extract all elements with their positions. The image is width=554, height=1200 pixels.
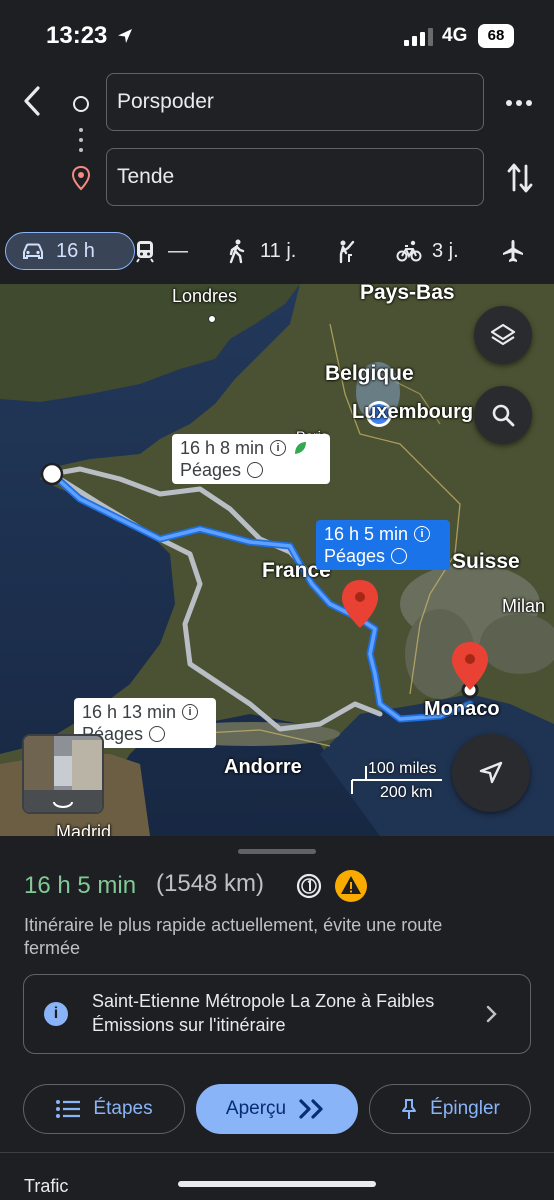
route-summary-sheet: 16 h 5 min (1548 km) Itinéraire le plus … xyxy=(0,836,554,1200)
more-options-icon[interactable] xyxy=(504,92,534,114)
tab-flight[interactable] xyxy=(500,232,526,270)
navigation-arrow-icon xyxy=(479,761,503,784)
location-arrow-icon xyxy=(118,29,132,43)
route-description: Itinéraire le plus rapide actuellement, … xyxy=(24,915,443,958)
route-selected-tolls: Péages xyxy=(324,546,386,566)
list-icon xyxy=(56,1100,81,1118)
warning-icon xyxy=(335,870,367,902)
tab-ride[interactable] xyxy=(333,232,359,270)
route-duration: 16 h 5 min xyxy=(24,872,137,899)
bike-icon xyxy=(396,240,422,262)
scale-km: 200 km xyxy=(380,784,433,801)
tab-walk[interactable]: 11 j. xyxy=(224,232,296,270)
preview-label: Aperçu xyxy=(225,1098,287,1119)
ride-icon xyxy=(339,240,355,264)
map-label-londres: Londres xyxy=(172,286,238,306)
info-icon: i xyxy=(182,704,199,720)
drag-handle[interactable] xyxy=(238,849,316,854)
info-icon: i xyxy=(44,1002,68,1026)
tab-transit[interactable]: — xyxy=(132,232,188,270)
search-icon xyxy=(492,404,515,427)
tab-bike[interactable]: 3 j. xyxy=(396,232,459,270)
toll-icon xyxy=(247,462,264,478)
swap-icon[interactable] xyxy=(505,160,535,196)
destination-input[interactable]: Tende xyxy=(106,148,484,206)
double-chevron-icon xyxy=(299,1099,323,1119)
origin-input[interactable]: Porspoder xyxy=(106,73,484,131)
traffic-section-title: Trafic xyxy=(24,1176,69,1196)
route-selected-time: 16 h 5 min xyxy=(324,524,409,544)
map-label-luxembourg: Luxembourg xyxy=(352,401,474,423)
preview-button[interactable]: Aperçu xyxy=(196,1084,358,1134)
map-label-belgique: Belgique xyxy=(325,362,414,385)
toll-icon xyxy=(296,873,322,899)
route-alt2-time: 16 h 13 min xyxy=(82,702,177,722)
recenter-button[interactable] xyxy=(452,734,530,812)
info-icon: i xyxy=(414,526,431,542)
street-view-image xyxy=(24,736,102,812)
search-map-button[interactable] xyxy=(474,386,532,444)
map-label-madrid: Madrid xyxy=(56,822,112,836)
street-view-thumbnail[interactable] xyxy=(22,734,104,814)
toll-icon xyxy=(391,548,408,564)
destination-pin-icon xyxy=(71,165,91,191)
signal-icon xyxy=(404,28,433,46)
pin-icon xyxy=(402,1099,417,1119)
route-bubble-alt1[interactable]: 16 h 8 min i Péages xyxy=(172,434,330,484)
tab-bike-label: 3 j. xyxy=(432,239,459,262)
eco-leaf-icon xyxy=(295,442,307,454)
chevron-right-icon xyxy=(486,1005,497,1023)
pin-label: Épingler xyxy=(430,1098,500,1119)
layers-icon xyxy=(490,323,516,346)
route-distance: (1548 km) xyxy=(156,870,265,897)
notice-text: Saint-Etienne Métropole La Zone à Faible… xyxy=(92,991,435,1035)
transit-icon xyxy=(136,241,154,263)
status-bar: 13:23 4G 68 xyxy=(0,0,554,70)
tab-walk-label: 11 j. xyxy=(260,239,297,262)
battery-indicator: 68 xyxy=(478,24,514,48)
route-dots-icon xyxy=(79,128,83,158)
tab-car[interactable]: 16 h xyxy=(5,232,135,270)
steps-button[interactable]: Étapes xyxy=(23,1084,185,1134)
low-emission-zone-notice[interactable]: i Saint-Etienne Métropole La Zone à Faib… xyxy=(23,974,531,1054)
car-icon xyxy=(23,243,43,259)
tab-car-label: 16 h xyxy=(56,239,95,262)
status-time: 13:23 xyxy=(46,22,108,49)
walk-icon xyxy=(229,239,245,264)
map-label-monaco: Monaco xyxy=(424,698,500,720)
route-alt1-tolls: Péages xyxy=(180,460,242,480)
travel-mode-tabs: 16 h — 11 j. 3 j. xyxy=(0,226,554,278)
map-label-suisse: Suisse xyxy=(452,550,520,573)
steps-label: Étapes xyxy=(93,1098,153,1119)
info-icon: i xyxy=(270,440,287,456)
origin-circle-icon xyxy=(73,96,89,112)
toll-icon xyxy=(149,726,166,742)
map-scale: 100 miles 200 km xyxy=(350,760,442,804)
route-bubble-selected[interactable]: 16 h 5 min i Péages xyxy=(316,520,450,570)
map-label-pays-bas: Pays-Bas xyxy=(360,284,455,304)
map-label-milan: Milan xyxy=(502,596,546,616)
flight-icon xyxy=(503,240,523,262)
pin-button[interactable]: Épingler xyxy=(369,1084,531,1134)
section-divider xyxy=(0,1152,554,1153)
route-alt1-time: 16 h 8 min xyxy=(180,438,265,458)
home-indicator[interactable] xyxy=(178,1181,376,1187)
network-type: 4G xyxy=(442,25,468,46)
layers-button[interactable] xyxy=(474,306,532,364)
back-arrow-icon[interactable] xyxy=(16,82,50,120)
tab-transit-label: — xyxy=(168,239,188,262)
map-label-andorre: Andorre xyxy=(224,756,302,778)
scale-miles: 100 miles xyxy=(368,760,437,777)
map-view[interactable]: Londres Pays-Bas Belgique Luxembourg Fra… xyxy=(0,284,554,836)
